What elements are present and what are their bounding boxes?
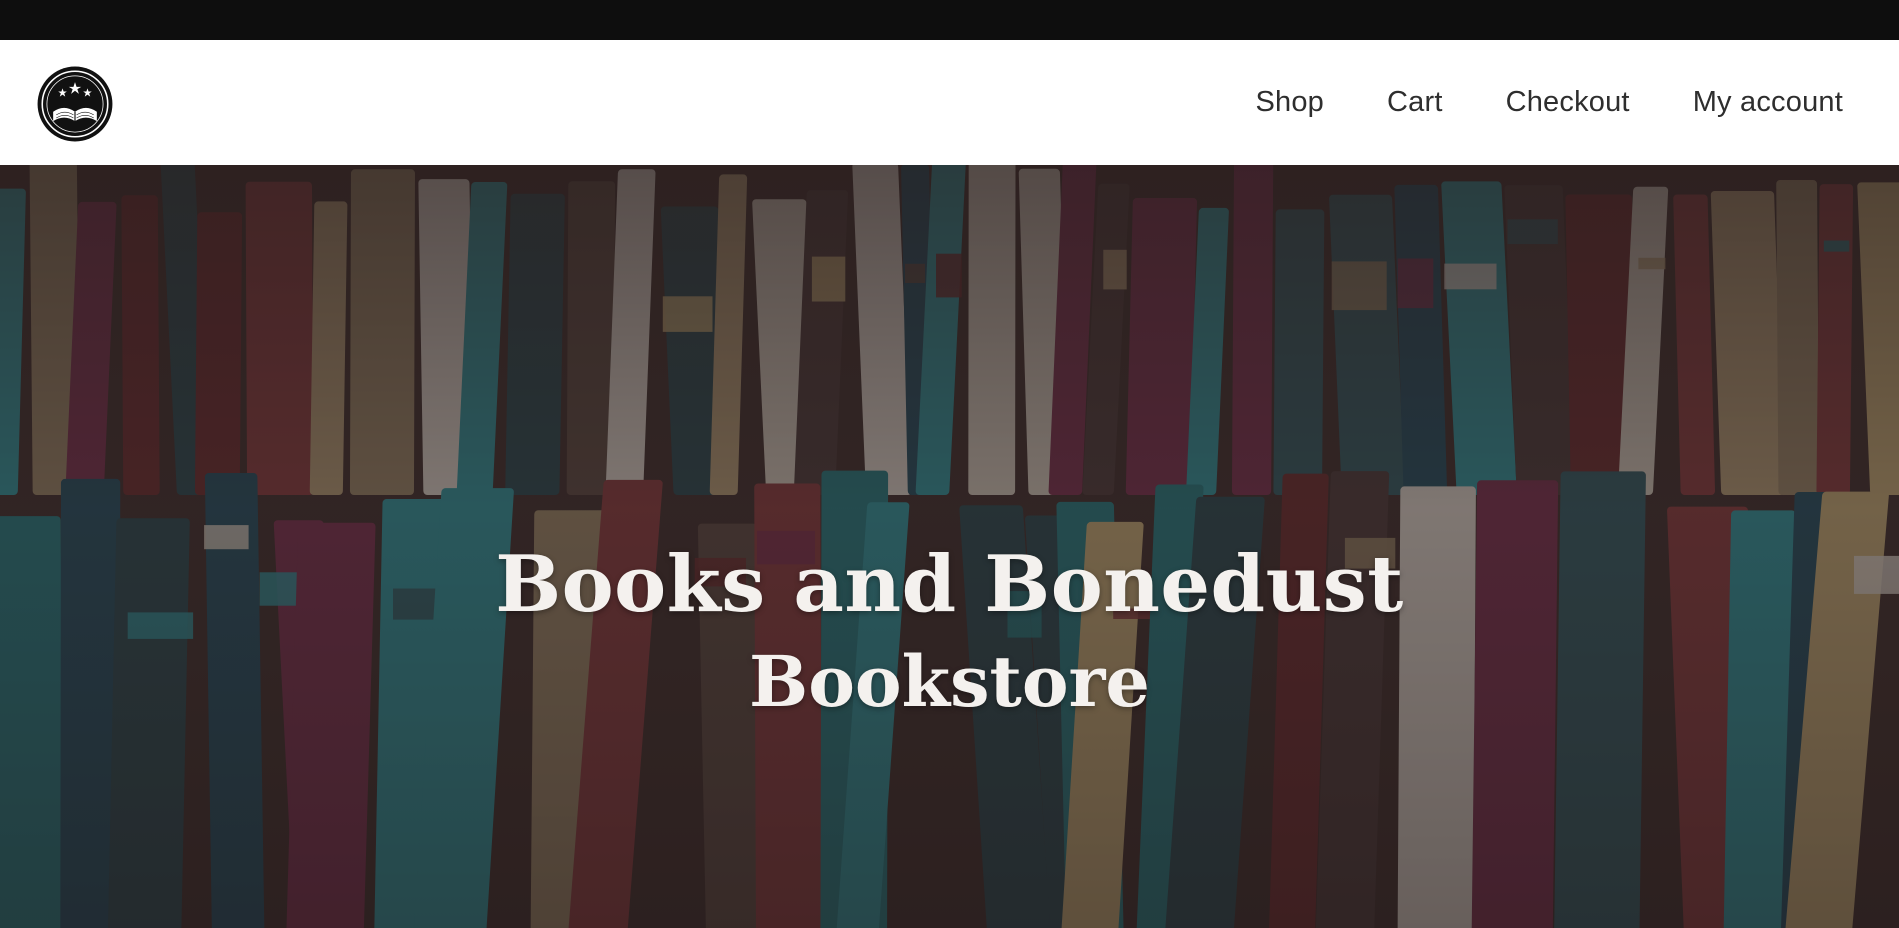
- site-logo-icon[interactable]: [36, 65, 114, 143]
- main-nav: Shop Cart Checkout My account: [1255, 40, 1843, 165]
- hero-banner: Books and Bonedust Bookstore: [0, 165, 1899, 928]
- hero-subtitle: Bookstore: [749, 640, 1150, 723]
- top-bar: [0, 0, 1899, 40]
- site-header: Shop Cart Checkout My account: [0, 40, 1899, 165]
- hero-heading: Books and Bonedust Bookstore: [0, 535, 1899, 729]
- nav-cart-link[interactable]: Cart: [1387, 86, 1443, 119]
- nav-checkout-link[interactable]: Checkout: [1506, 86, 1630, 119]
- nav-shop-link[interactable]: Shop: [1255, 86, 1324, 119]
- nav-my-account-link[interactable]: My account: [1693, 86, 1843, 119]
- hero-title: Books and Bonedust: [495, 539, 1404, 630]
